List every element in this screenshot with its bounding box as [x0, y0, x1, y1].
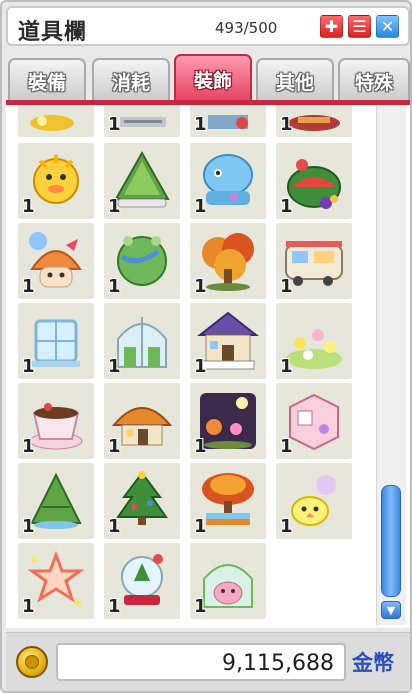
- tab-label: 其他: [275, 71, 314, 94]
- close-icon: ✕: [380, 17, 395, 36]
- item-slot[interactable]: 1: [190, 105, 266, 137]
- item-slot[interactable]: [18, 105, 94, 137]
- item-count: 1: [22, 516, 35, 537]
- item-count: 1: [194, 436, 207, 457]
- tab-etc[interactable]: 其他: [256, 58, 334, 102]
- item-slot[interactable]: 1: [18, 543, 94, 619]
- scroll-down-button[interactable]: ▼: [381, 601, 401, 619]
- item-count: 1: [280, 196, 293, 217]
- item-count: 1: [108, 114, 121, 135]
- item-count: 1: [280, 516, 293, 537]
- title-bar[interactable]: 道具欄 493/500 ✚ ☰ ✕: [6, 6, 410, 46]
- item-slot[interactable]: 1: [276, 383, 352, 459]
- item-count: 1: [194, 516, 207, 537]
- tab-special[interactable]: 特殊: [338, 58, 410, 102]
- item-count: 1: [194, 196, 207, 217]
- money-amount: 9,115,688: [222, 651, 334, 676]
- tab-label: 特殊: [354, 71, 393, 94]
- item-count: 1: [22, 356, 35, 377]
- item-count: 1: [108, 516, 121, 537]
- item-count: 1: [108, 436, 121, 457]
- partial-top-item-1-icon: [30, 115, 74, 131]
- item-count: 1: [108, 596, 121, 617]
- item-slot[interactable]: 1: [276, 463, 352, 539]
- item-count: 1: [194, 114, 207, 135]
- item-slot[interactable]: 1: [104, 143, 180, 219]
- item-slot[interactable]: 1: [190, 383, 266, 459]
- item-slot[interactable]: 1: [276, 303, 352, 379]
- tab-label: 裝備: [27, 71, 66, 94]
- item-slot[interactable]: 1: [104, 303, 180, 379]
- item-slot[interactable]: 1: [190, 223, 266, 299]
- item-count: 1: [280, 436, 293, 457]
- plus-icon: ✚: [324, 17, 339, 36]
- item-slot[interactable]: 1: [18, 223, 94, 299]
- item-slot[interactable]: 1: [104, 383, 180, 459]
- item-slot[interactable]: 1: [104, 105, 180, 137]
- currency-bar: 9,115,688 金幣: [6, 632, 410, 691]
- item-count: 1: [108, 356, 121, 377]
- item-slot[interactable]: 1: [276, 143, 352, 219]
- item-count: 1: [280, 276, 293, 297]
- item-count: 1: [22, 596, 35, 617]
- item-count: 1: [108, 196, 121, 217]
- tab-consumable[interactable]: 消耗: [92, 58, 170, 102]
- item-count: 1: [280, 114, 293, 135]
- item-slot[interactable]: 1: [18, 143, 94, 219]
- list-icon: ☰: [352, 17, 367, 36]
- tab-decoration[interactable]: 裝飾: [174, 54, 252, 102]
- item-count: 1: [22, 436, 35, 457]
- scrollbar[interactable]: ▼: [376, 105, 406, 625]
- item-slot[interactable]: 1: [18, 303, 94, 379]
- currency-label: 金幣: [352, 651, 394, 675]
- gold-coin-icon: [16, 646, 48, 678]
- item-slot[interactable]: 1: [190, 143, 266, 219]
- item-slot[interactable]: 1: [190, 303, 266, 379]
- item-slot[interactable]: 1: [104, 543, 180, 619]
- item-count: 1: [108, 276, 121, 297]
- tab-equipment[interactable]: 裝備: [8, 58, 86, 102]
- item-count: 1: [22, 276, 35, 297]
- item-count: 1: [280, 356, 293, 377]
- inventory-window: 道具欄 493/500 ✚ ☰ ✕ 裝備 消耗 裝飾 其他 特殊 1 1 1 1…: [0, 0, 412, 693]
- item-slot[interactable]: 1: [190, 463, 266, 539]
- item-count: 1: [194, 276, 207, 297]
- menu-button[interactable]: ☰: [348, 15, 371, 38]
- tab-label: 消耗: [111, 71, 150, 94]
- tab-label: 裝飾: [193, 69, 232, 92]
- item-slot[interactable]: 1: [104, 223, 180, 299]
- item-slot[interactable]: 1: [18, 383, 94, 459]
- close-button[interactable]: ✕: [376, 15, 399, 38]
- window-title: 道具欄: [18, 20, 88, 45]
- item-slot[interactable]: 1: [276, 223, 352, 299]
- item-grid[interactable]: 1 1 1 1 1 1 1 1 1 1 1 1 1 1 1 1 1 1 1 1 …: [6, 105, 410, 628]
- chevron-down-icon: ▼: [386, 603, 396, 617]
- item-slot[interactable]: 1: [104, 463, 180, 539]
- item-slot[interactable]: 1: [276, 105, 352, 137]
- item-count: 1: [22, 196, 35, 217]
- scroll-thumb[interactable]: [381, 485, 401, 597]
- inventory-capacity: 493/500: [215, 19, 278, 37]
- money-field: 9,115,688: [56, 643, 346, 681]
- item-slot[interactable]: 1: [18, 463, 94, 539]
- item-slot[interactable]: 1: [190, 543, 266, 619]
- add-button[interactable]: ✚: [320, 15, 343, 38]
- item-count: 1: [194, 356, 207, 377]
- inventory-tabs: 裝備 消耗 裝飾 其他 特殊: [6, 54, 410, 102]
- item-count: 1: [194, 596, 207, 617]
